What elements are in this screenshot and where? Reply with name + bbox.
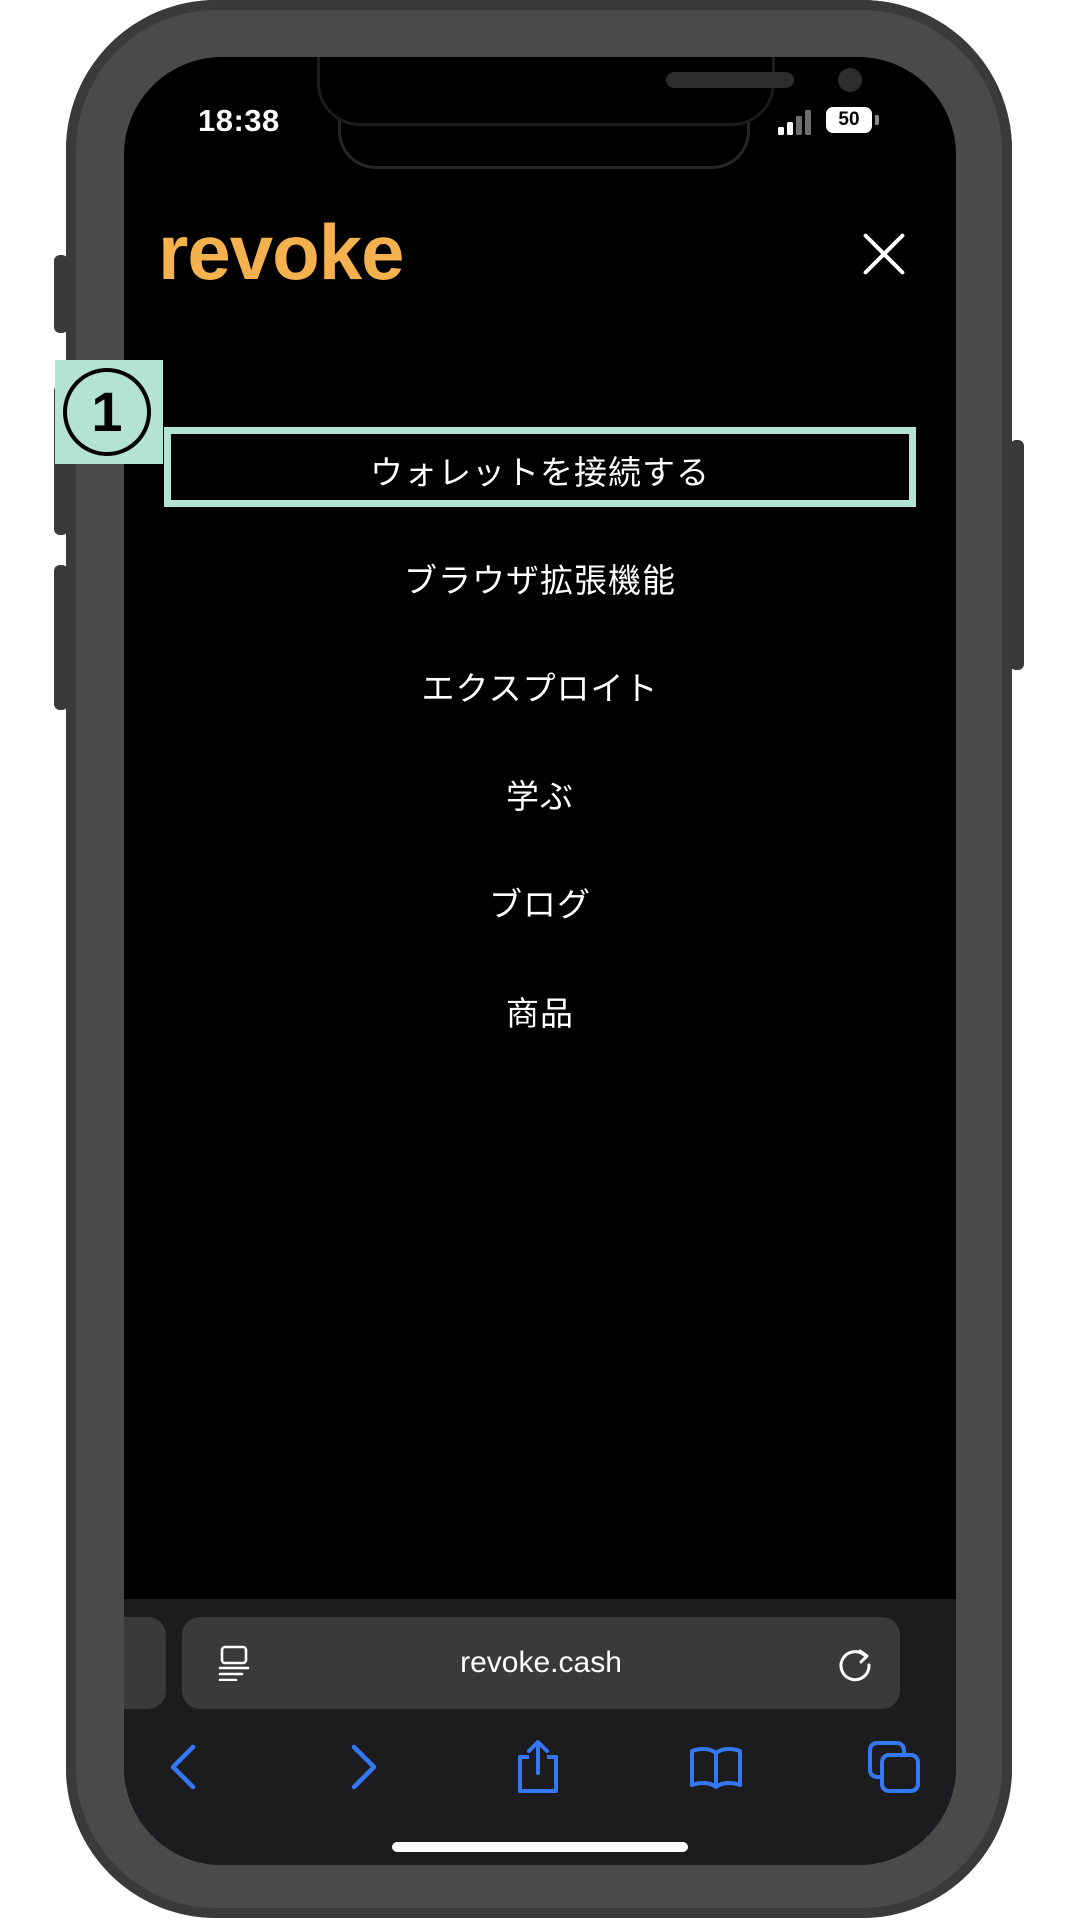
bookmarks-icon[interactable] (688, 1739, 744, 1795)
battery-tip (875, 115, 879, 125)
speaker-grille (666, 72, 794, 88)
tabs-icon[interactable] (866, 1739, 922, 1795)
front-camera (838, 68, 862, 92)
phone-mute-switch (54, 255, 68, 333)
notch (320, 57, 862, 123)
annotation-step-marker: 1 (55, 360, 163, 464)
menu-item-learn[interactable]: 学ぶ (124, 770, 956, 818)
share-icon[interactable] (510, 1739, 566, 1795)
previous-tab-preview[interactable] (124, 1617, 166, 1709)
reload-icon[interactable] (836, 1643, 876, 1683)
annotation-highlight-box (164, 427, 916, 507)
back-icon[interactable] (157, 1739, 213, 1795)
cellular-signal-icon (778, 109, 814, 135)
close-icon[interactable] (862, 232, 906, 276)
home-indicator[interactable] (392, 1842, 688, 1852)
phone-power-button (1010, 440, 1024, 670)
phone-volume-down-button (54, 565, 68, 710)
phone-screen: 18:38 50 revoke ウォレットを接続する ブラウザ拡張機能 エクスプ… (124, 57, 956, 1865)
revoke-logo[interactable]: revoke (158, 207, 405, 298)
step-number: 1 (63, 368, 151, 456)
url-text[interactable]: revoke.cash (182, 1617, 900, 1709)
status-time: 18:38 (198, 103, 280, 138)
battery-indicator: 50 (826, 107, 872, 133)
menu-item-blog[interactable]: ブログ (124, 878, 956, 926)
menu-item-products[interactable]: 商品 (124, 987, 956, 1035)
safari-toolbar: revoke.cash (124, 1599, 956, 1865)
forward-icon[interactable] (334, 1739, 390, 1795)
menu-item-browser-extension[interactable]: ブラウザ拡張機能 (124, 554, 956, 602)
menu-item-exploits[interactable]: エクスプロイト (124, 662, 956, 710)
address-bar[interactable]: revoke.cash (182, 1617, 900, 1709)
